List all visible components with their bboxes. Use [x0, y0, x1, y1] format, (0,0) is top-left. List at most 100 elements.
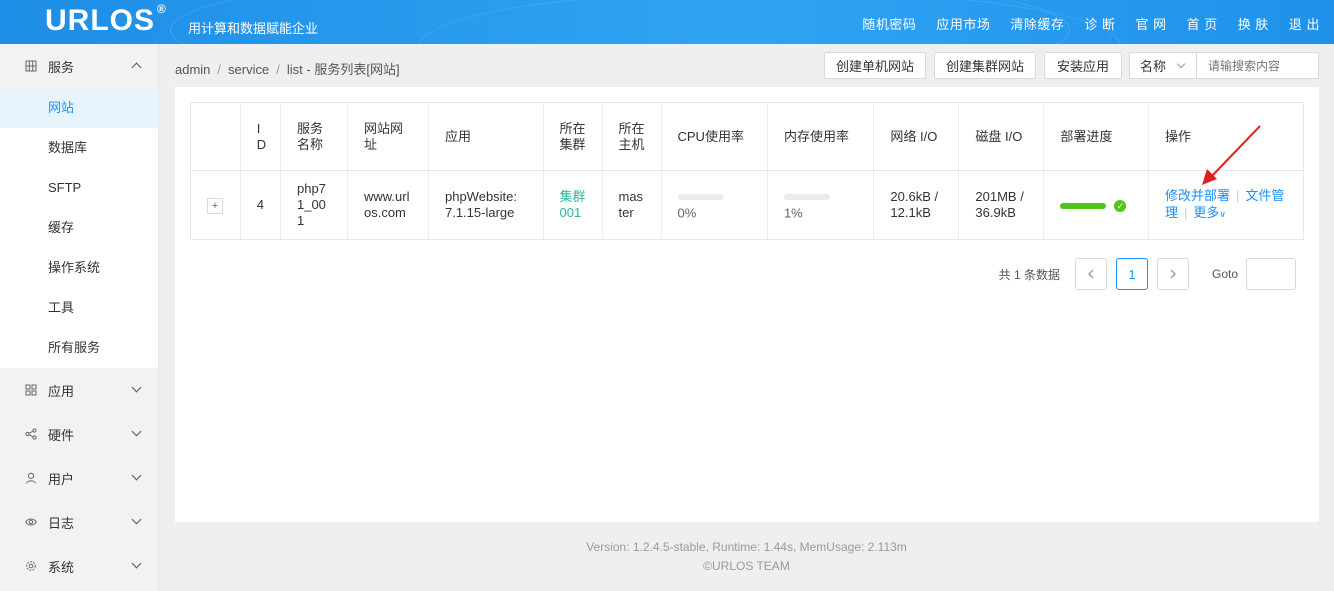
- cell-app: phpWebsite:7.1.15-large: [427, 170, 543, 240]
- share-icon: [25, 428, 37, 440]
- cell-website-url: www.urlos.com: [346, 170, 429, 240]
- table-row: + 4 php71_001 www.urlos.com phpWebsite:7…: [190, 170, 1305, 240]
- expand-row-button[interactable]: +: [207, 197, 223, 214]
- sidebar-group-label: 硬件: [48, 427, 75, 443]
- column-host: 所在主机: [601, 102, 661, 171]
- breadcrumb: admin / service / list - 服务列表[网站]: [175, 62, 400, 77]
- column-website-url: 网站网址: [346, 102, 429, 171]
- sidebar-group-service[interactable]: 服务: [0, 44, 158, 88]
- install-app-button[interactable]: 安装应用: [1044, 52, 1122, 79]
- nav-home[interactable]: 首 页: [1187, 14, 1218, 33]
- sidebar-item-all-services[interactable]: 所有服务: [0, 328, 158, 368]
- annotation-arrow-icon: [1202, 125, 1261, 185]
- column-service-name: 服务名称: [279, 102, 348, 171]
- toolbar: admin / service / list - 服务列表[网站] 创建单机网站 创建集…: [159, 44, 1334, 88]
- chevron-down-icon: [1176, 59, 1186, 69]
- pagination: 共 1 条数据 1 Goto: [999, 258, 1296, 290]
- logo[interactable]: URLOS ®: [45, 2, 167, 38]
- column-network-io: 网络 I/O: [873, 102, 959, 171]
- grid-icon: [25, 60, 37, 72]
- total-count: 共 1 条数据: [998, 267, 1060, 282]
- sidebar-item-database[interactable]: 数据库: [0, 128, 158, 168]
- nav-diagnose[interactable]: 诊 断: [1084, 14, 1115, 33]
- nav-official-site[interactable]: 官 网: [1136, 14, 1167, 33]
- sidebar-group-label: 系统: [48, 559, 75, 575]
- sidebar-item-cache[interactable]: 缓存: [0, 208, 158, 248]
- sidebar-group-label: 日志: [48, 515, 75, 531]
- copyright: ©URLOS TEAM: [703, 559, 790, 573]
- chevron-up-icon: [131, 62, 142, 73]
- sidebar-group-label: 应用: [48, 383, 75, 399]
- column-cpu: CPU使用率: [660, 102, 768, 171]
- service-table: I D 服务名称 网站网址 应用 所在集群 所在主机 CPU使用率 内存使用率 …: [190, 102, 1305, 240]
- breadcrumb-service[interactable]: service: [228, 62, 269, 77]
- page-title: 服务列表[网站]: [314, 62, 400, 77]
- column-disk-io: 磁盘 I/O: [958, 102, 1044, 171]
- search-input[interactable]: [1196, 52, 1319, 79]
- sidebar-group-users[interactable]: 用户: [0, 456, 158, 500]
- create-single-website-button[interactable]: 创建单机网站: [824, 52, 926, 79]
- version-info: Version: 1.2.4.5-stable, Runtime: 1.44s,…: [586, 540, 907, 554]
- gear-icon: [25, 560, 37, 572]
- cell-network-io: 20.6kB / 12.1kB: [873, 170, 959, 240]
- check-icon: ✓: [1114, 199, 1127, 212]
- column-id: I D: [239, 102, 281, 171]
- cell-host: master: [601, 170, 661, 240]
- chevron-down-icon: [131, 426, 142, 437]
- sidebar-group-hardware[interactable]: 硬件: [0, 412, 158, 456]
- page-button-current[interactable]: 1: [1115, 258, 1148, 290]
- user-icon: [25, 472, 37, 484]
- search-field-select[interactable]: 名称: [1129, 52, 1197, 79]
- deploy-progress-bar: [1060, 202, 1107, 209]
- column-cluster: 所在集群: [542, 102, 602, 171]
- expand-header: [190, 102, 241, 171]
- create-cluster-website-button[interactable]: 创建集群网站: [934, 52, 1036, 79]
- top-nav: 随机密码 应用市场 清除缓存 诊 断 官 网 首 页 换 肤 退 出: [862, 14, 1320, 33]
- chevron-down-icon: [131, 558, 142, 569]
- sidebar: 服务 网站 数据库 SFTP 缓存 操作系统 工具 所有服务 应用 硬件 用户: [0, 44, 159, 591]
- more-link[interactable]: 更多∨: [1193, 205, 1226, 220]
- chevron-left-icon: [1088, 269, 1094, 279]
- goto-label: Goto: [1211, 267, 1238, 281]
- next-page-button[interactable]: [1156, 258, 1189, 290]
- cell-disk-io: 201MB / 36.9kB: [958, 170, 1044, 240]
- sidebar-item-website[interactable]: 网站: [0, 88, 158, 128]
- breadcrumb-admin[interactable]: admin: [175, 62, 210, 77]
- prev-page-button[interactable]: [1074, 258, 1107, 290]
- nav-app-market[interactable]: 应用市场: [936, 14, 990, 33]
- cpu-usage-bar: [677, 194, 724, 201]
- apps-icon: [25, 384, 37, 396]
- cell-deploy-progress: ✓: [1043, 170, 1149, 240]
- sidebar-group-system[interactable]: 系统: [0, 544, 158, 588]
- main-panel: I D 服务名称 网站网址 应用 所在集群 所在主机 CPU使用率 内存使用率 …: [175, 87, 1319, 522]
- footer: Version: 1.2.4.5-stable, Runtime: 1.44s,…: [159, 538, 1334, 576]
- cell-id: 4: [239, 170, 281, 240]
- nav-skin[interactable]: 换 肤: [1238, 14, 1269, 33]
- sidebar-group-label: 服务: [48, 59, 75, 75]
- sidebar-group-logs[interactable]: 日志: [0, 500, 158, 544]
- column-memory: 内存使用率: [766, 102, 874, 171]
- cell-memory: 1%: [766, 170, 874, 240]
- sidebar-item-sftp[interactable]: SFTP: [0, 168, 158, 208]
- table-header-row: I D 服务名称 网站网址 应用 所在集群 所在主机 CPU使用率 内存使用率 …: [190, 102, 1305, 171]
- cell-cluster[interactable]: 集群001: [542, 170, 602, 240]
- sidebar-group-apps[interactable]: 应用: [0, 368, 158, 412]
- nav-random-password[interactable]: 随机密码: [862, 14, 916, 33]
- cell-cpu: 0%: [660, 170, 768, 240]
- column-app: 应用: [427, 102, 543, 171]
- eye-icon: [25, 516, 37, 528]
- nav-logout[interactable]: 退 出: [1289, 14, 1320, 33]
- chevron-down-icon: [131, 382, 142, 393]
- slogan: 用计算和数据赋能企业: [188, 21, 319, 36]
- chevron-down-icon: [131, 470, 142, 481]
- nav-clear-cache[interactable]: 清除缓存: [1010, 14, 1064, 33]
- chevron-down-icon: ∨: [1219, 209, 1226, 219]
- goto-page-input[interactable]: [1246, 258, 1296, 290]
- chevron-down-icon: [131, 514, 142, 525]
- edit-and-deploy-link[interactable]: 修改并部署: [1165, 188, 1230, 203]
- sidebar-item-tools[interactable]: 工具: [0, 288, 158, 328]
- sidebar-item-os[interactable]: 操作系统: [0, 248, 158, 288]
- breadcrumb-list: list: [286, 62, 303, 77]
- cell-service-name: php71_001: [279, 170, 348, 240]
- chevron-right-icon: [1170, 269, 1176, 279]
